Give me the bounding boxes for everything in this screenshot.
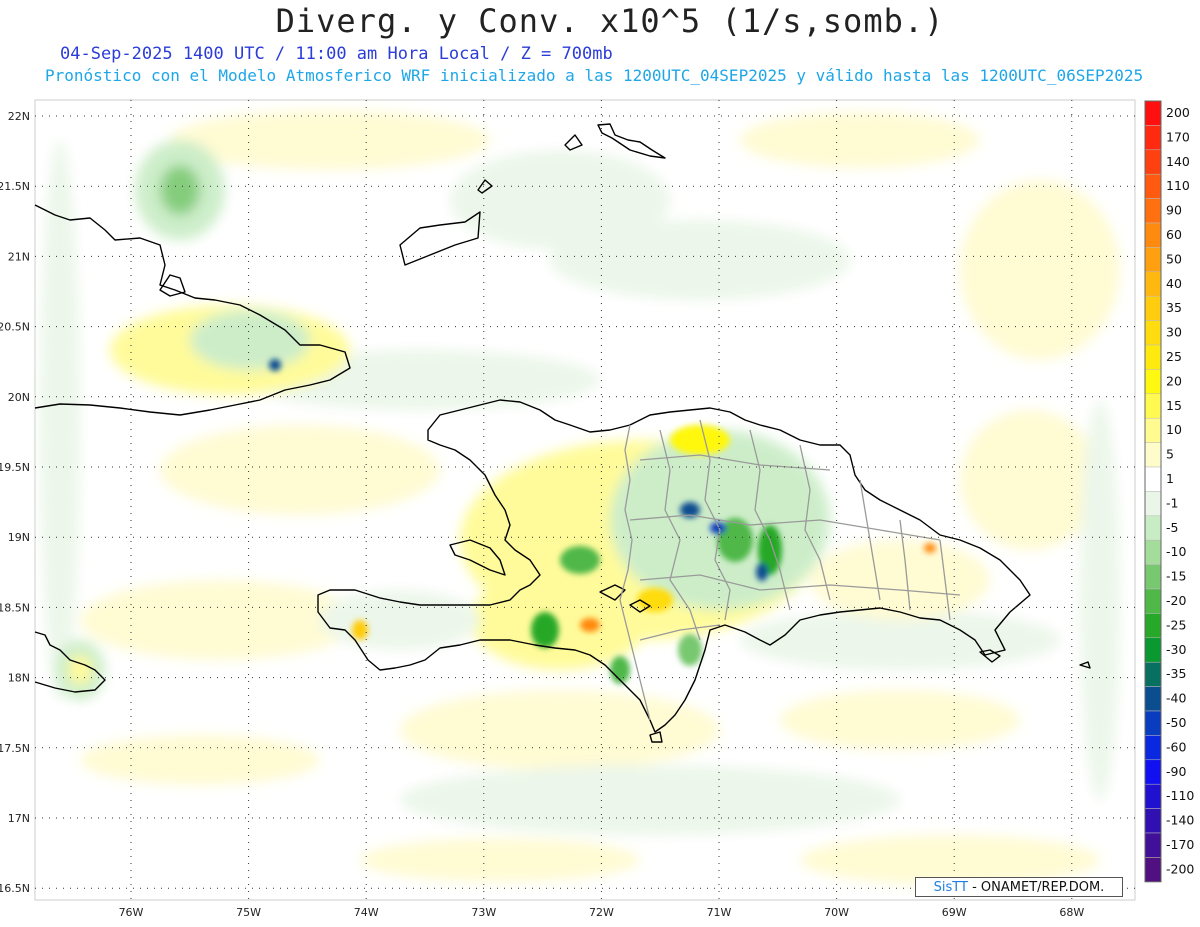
color-legend: 200 170 140 110 90 60 50 40 35 30 25 20 15 10 5 1 -1 -5 -1… [1144, 100, 1194, 883]
legend-label: -25 [1166, 617, 1186, 632]
lat-label: 18N [8, 672, 30, 685]
lon-label: 73W [471, 906, 496, 919]
legend-label: -5 [1166, 520, 1178, 535]
legend-label: 15 [1166, 398, 1182, 413]
legend-swatch [1144, 271, 1162, 297]
legend-label: -20 [1166, 593, 1186, 608]
legend-swatch [1144, 759, 1162, 785]
legend-swatch [1144, 466, 1162, 492]
legend-swatch [1144, 320, 1162, 346]
legend-label: 1 [1166, 471, 1174, 486]
legend-swatch [1144, 393, 1162, 419]
latitude-labels: 22N 21.5N 21N 20.5N 20N 19.5N 19N 18.5N 18N 17.5N… [0, 110, 30, 895]
legend-swatch [1144, 417, 1162, 443]
legend-swatch [1144, 735, 1162, 761]
sistt-logo: SisTT [933, 880, 968, 895]
legend-label: 200 [1166, 105, 1190, 120]
legend-label: -60 [1166, 739, 1186, 754]
legend-label: -50 [1166, 715, 1186, 730]
legend-label: -90 [1166, 764, 1186, 779]
legend-swatch [1144, 857, 1162, 883]
legend-label: 110 [1166, 178, 1190, 193]
lon-label: 75W [236, 906, 261, 919]
legend-swatch [1144, 515, 1162, 541]
legend-label: -110 [1166, 788, 1194, 803]
lon-label: 76W [119, 906, 144, 919]
legend-swatch [1144, 100, 1162, 126]
legend-swatch [1144, 661, 1162, 687]
legend-label: -200 [1166, 861, 1194, 876]
lon-label: 68W [1059, 906, 1084, 919]
legend-swatch [1144, 588, 1162, 614]
lat-label: 20.5N [0, 321, 30, 334]
lat-label: 17N [8, 812, 30, 825]
legend-label: -1 [1166, 495, 1178, 510]
legend-label: -15 [1166, 569, 1186, 584]
legend-swatch [1144, 149, 1162, 175]
legend-label: 60 [1166, 227, 1182, 242]
legend-label: -170 [1166, 837, 1194, 852]
legend-label: 140 [1166, 154, 1190, 169]
legend-swatch [1144, 198, 1162, 224]
legend-swatch [1144, 247, 1162, 273]
legend-swatch [1144, 491, 1162, 517]
legend-label: -30 [1166, 642, 1186, 657]
legend-swatch [1144, 173, 1162, 199]
credit-text: - ONAMET/REP.DOM. [967, 880, 1105, 895]
legend-label: -140 [1166, 813, 1194, 828]
lon-label: 74W [354, 906, 379, 919]
legend-label: 20 [1166, 373, 1182, 388]
legend-swatch [1144, 369, 1162, 395]
lat-label: 17.5N [0, 742, 30, 755]
divergence-map: 22N 21.5N 21N 20.5N 20N 19.5N 19N 18.5N 18N 17.5N… [0, 99, 1194, 919]
legend-label: 50 [1166, 251, 1182, 266]
legend-swatch [1144, 442, 1162, 468]
legend-swatch [1144, 125, 1162, 151]
legend-label: 5 [1166, 447, 1174, 462]
legend-swatch [1144, 613, 1162, 639]
legend-swatch [1144, 832, 1162, 858]
lat-label: 21.5N [0, 180, 30, 193]
legend-label: 170 [1166, 129, 1190, 144]
lon-label: 72W [589, 906, 614, 919]
lon-label: 71W [707, 906, 732, 919]
legend-swatch [1144, 222, 1162, 248]
lon-label: 70W [824, 906, 849, 919]
legend-swatch [1144, 637, 1162, 663]
credit-box: SisTT - ONAMET/REP.DOM. [915, 877, 1123, 897]
legend-swatch [1144, 783, 1162, 809]
lon-label: 69W [942, 906, 967, 919]
legend-label: 25 [1166, 349, 1182, 364]
lat-label: 21N [8, 250, 30, 263]
legend-swatch [1144, 344, 1162, 370]
legend-label: 35 [1166, 300, 1182, 315]
legend-swatch [1144, 295, 1162, 321]
legend-label: 10 [1166, 422, 1182, 437]
legend-label: 30 [1166, 325, 1182, 340]
legend-swatch [1144, 686, 1162, 712]
legend-swatch [1144, 710, 1162, 736]
legend-label: -40 [1166, 691, 1186, 706]
legend-swatch [1144, 539, 1162, 565]
lat-label: 16.5N [0, 882, 30, 895]
legend-swatch [1144, 808, 1162, 834]
legend-label: -35 [1166, 666, 1186, 681]
legend-swatch [1144, 564, 1162, 590]
longitude-labels: 76W 75W 74W 73W 72W 71W 70W 69W 68W [119, 906, 1085, 919]
lat-label: 20N [8, 391, 30, 404]
legend-label: 40 [1166, 276, 1182, 291]
legend-label: 90 [1166, 203, 1182, 218]
lat-label: 18.5N [0, 601, 30, 614]
lat-label: 22N [8, 110, 30, 123]
legend-label: -10 [1166, 544, 1186, 559]
lat-label: 19N [8, 531, 30, 544]
lat-label: 19.5N [0, 461, 30, 474]
